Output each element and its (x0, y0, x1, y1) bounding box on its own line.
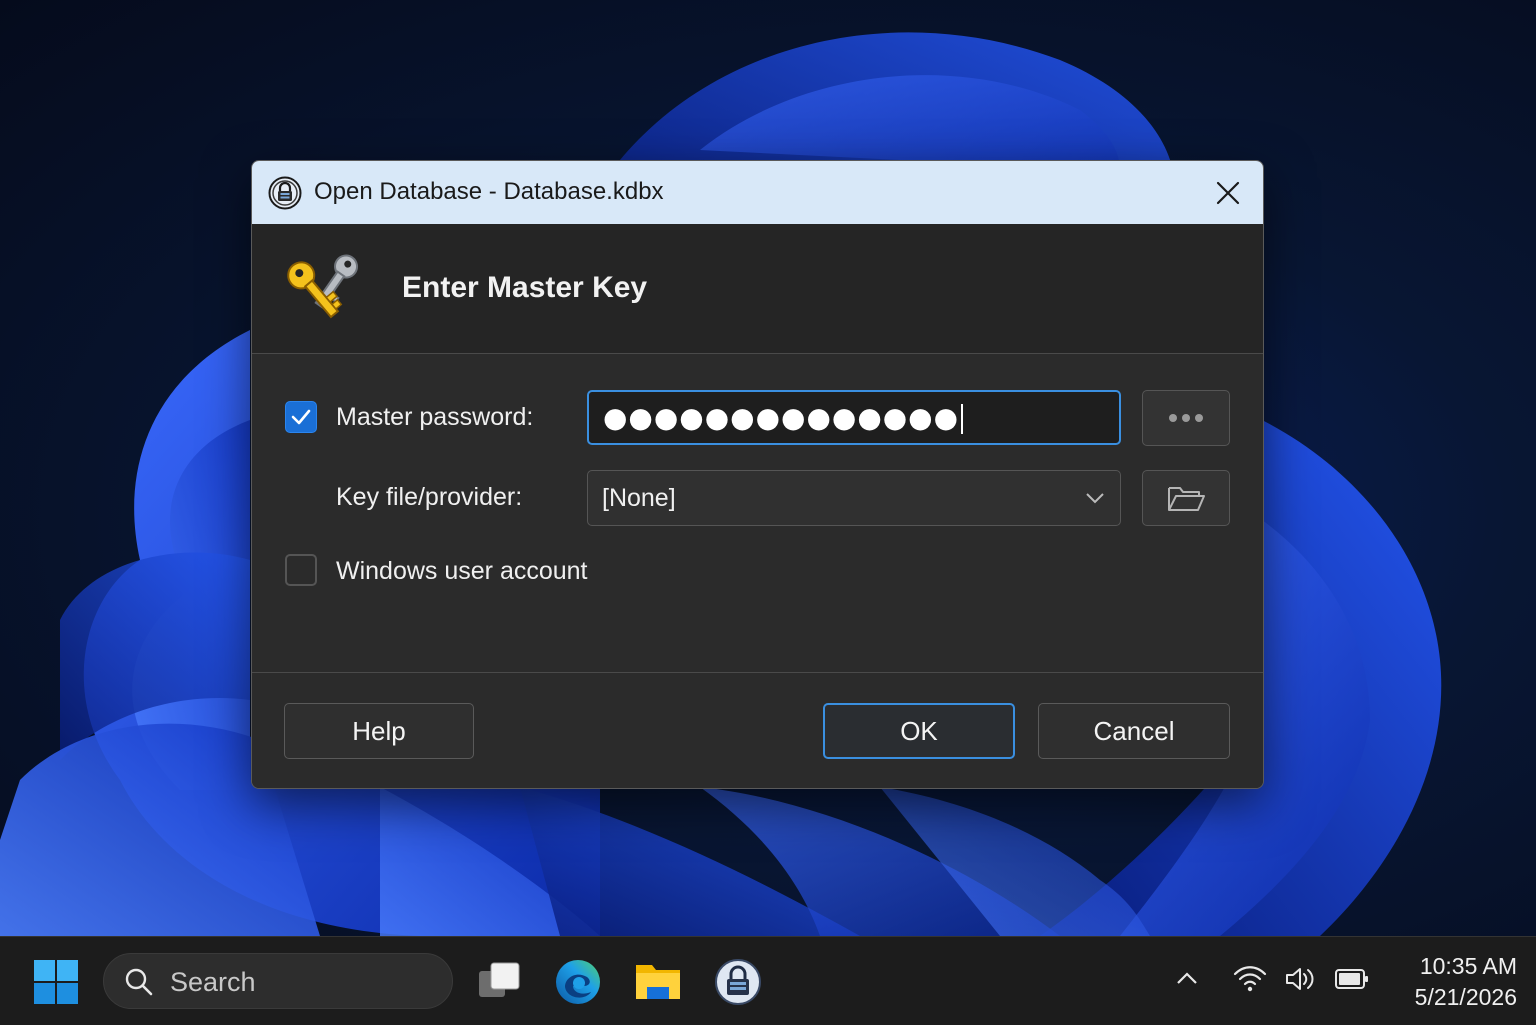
file-explorer-icon[interactable] (633, 957, 683, 1007)
close-button[interactable] (1207, 173, 1249, 213)
header-title: Enter Master Key (402, 271, 648, 304)
search-placeholder: Search (170, 967, 256, 997)
dialog-title: Open Database - Database.kdbx (314, 178, 664, 205)
keepass-lock-icon (268, 176, 302, 210)
master-password-input[interactable]: ●●●●●●●●●●●●●● (587, 390, 1121, 445)
taskbar-clock[interactable]: 10:35 AM 5/21/2026 (1385, 951, 1517, 1013)
key-file-selected-value: [None] (602, 484, 676, 512)
keepass-icon[interactable] (713, 957, 763, 1007)
chevron-down-icon (1086, 493, 1104, 504)
windows-start-icon[interactable] (33, 959, 79, 1005)
keys-icon (287, 254, 359, 319)
ellipsis-icon (1169, 414, 1203, 422)
checkmark-icon (291, 409, 311, 425)
battery-icon[interactable] (1334, 967, 1370, 991)
text-caret (961, 404, 964, 434)
open-database-dialog: Open Database - Database.kdbx Enter Mast… (251, 160, 1264, 789)
browse-key-file-button[interactable] (1142, 470, 1230, 526)
dialog-titlebar[interactable]: Open Database - Database.kdbx (252, 161, 1263, 224)
search-icon (125, 968, 153, 996)
password-dots: ●●●●●●●●●●●●●● (603, 401, 960, 434)
chevron-up-icon[interactable] (1175, 969, 1199, 987)
taskbar: Search 10:35 AM 5/21/2026 (0, 936, 1536, 1025)
dialog-footer: Help OK Cancel (252, 672, 1263, 788)
desktop-wallpaper: Open Database - Database.kdbx Enter Mast… (0, 0, 1536, 936)
clock-date: 5/21/2026 (1414, 984, 1517, 1010)
ok-button[interactable]: OK (823, 703, 1015, 759)
folder-open-icon (1168, 487, 1205, 511)
show-password-button[interactable] (1142, 390, 1230, 446)
edge-icon[interactable] (553, 957, 603, 1007)
windows-account-label: Windows user account (336, 557, 588, 585)
wifi-icon[interactable] (1233, 965, 1267, 993)
master-password-checkbox[interactable] (285, 401, 317, 433)
task-view-icon[interactable] (475, 957, 525, 1007)
help-button[interactable]: Help (284, 703, 474, 759)
master-password-label: Master password: (336, 403, 534, 431)
windows-account-checkbox[interactable] (285, 554, 317, 586)
cancel-button[interactable]: Cancel (1038, 703, 1230, 759)
key-file-label: Key file/provider: (336, 483, 523, 511)
clock-time: 10:35 AM (1419, 953, 1517, 979)
close-icon (1216, 181, 1240, 205)
volume-icon[interactable] (1284, 965, 1318, 993)
taskbar-search-box[interactable]: Search (103, 953, 453, 1009)
dialog-header: Enter Master Key (252, 224, 1263, 354)
key-file-dropdown[interactable]: [None] (587, 470, 1121, 526)
